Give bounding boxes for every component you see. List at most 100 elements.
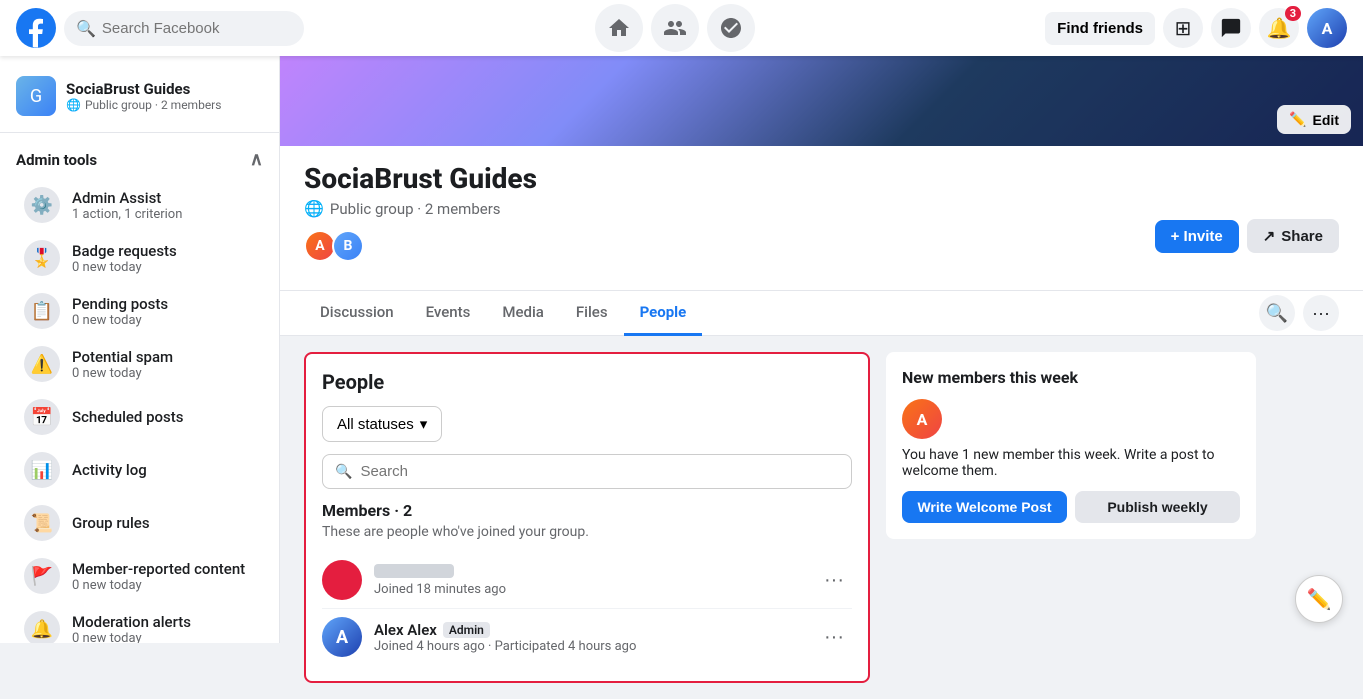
nav-right: Find friends ⊞ 🔔 3 A [1045,8,1347,48]
sidebar-item-label-scheduled-posts: Scheduled posts [72,408,255,426]
sidebar-item-badge-requests[interactable]: 🎖️ Badge requests 0 new today [8,232,271,284]
tab-discussion[interactable]: Discussion [304,291,410,336]
group-meta: 🌐 Public group · 2 members [304,199,1339,218]
member-2-avatar-img: A [322,617,362,657]
search-input[interactable] [102,20,282,37]
top-nav: 🔍 Find friends ⊞ 🔔 3 A [0,0,1363,56]
sidebar-item-text-member-reported: Member-reported content 0 new today [72,560,255,593]
sidebar-item-icon-group-rules: 📜 [24,505,60,541]
search-icon-member: 🔍 [335,464,352,480]
group-actions: + Invite ↗ Share [1155,219,1339,253]
admin-tools-header[interactable]: Admin tools ∧ [0,141,279,178]
tab-files[interactable]: Files [560,291,624,336]
member-search-input[interactable] [360,463,839,480]
sidebar-item-label-activity-log: Activity log [72,461,255,479]
group-name-mini: SociaBrust Guides [66,80,221,98]
member-search-bar[interactable]: 🔍 [322,454,852,489]
globe-icon-meta: 🌐 [304,199,324,218]
group-cover: ✏️ Edit [280,56,1363,146]
user-avatar[interactable]: A [1307,8,1347,48]
notifications-btn[interactable]: 🔔 3 [1259,8,1299,48]
people-card: People All statuses ▾ 🔍 Members · 2 Th [304,352,870,683]
profile-nav-btn[interactable] [707,4,755,52]
member-2-joined: Joined 4 hours ago · Participated 4 hour… [374,639,804,654]
group-tabs: DiscussionEventsMediaFilesPeople 🔍 ··· [280,291,1363,336]
sidebar-item-label-admin-assist: Admin Assist [72,189,255,207]
member-2-more-btn[interactable]: ··· [816,619,852,655]
sidebar-item-sub-moderation-alerts: 0 new today [72,631,255,644]
publish-weekly-button[interactable]: Publish weekly [1075,491,1240,523]
sidebar-item-icon-pending-posts: 📋 [24,293,60,329]
sidebar-item-admin-assist[interactable]: ⚙️ Admin Assist 1 action, 1 criterion [8,179,271,231]
invite-button[interactable]: + Invite [1155,220,1239,253]
search-bar[interactable]: 🔍 [64,11,304,46]
more-tab-btn[interactable]: ··· [1303,295,1339,331]
sidebar-item-text-admin-assist: Admin Assist 1 action, 1 criterion [72,189,255,222]
sidebar-item-sub-admin-assist: 1 action, 1 criterion [72,207,255,222]
main-layout: G SociaBrust Guides 🌐 Public group · 2 m… [0,56,1363,699]
tab-people[interactable]: People [624,291,703,336]
member-row: A Alex Alex Admin Joined 4 hours ago · P… [322,609,852,665]
sidebar-divider [0,132,279,133]
sidebar-item-text-badge-requests: Badge requests 0 new today [72,242,255,275]
sidebar-item-label-group-rules: Group rules [72,514,255,532]
sidebar-item-icon-potential-spam: ⚠️ [24,346,60,382]
member-avatar-img-1: A [306,232,334,260]
apps-btn[interactable]: ⊞ [1163,8,1203,48]
globe-icon: 🌐 [66,98,81,112]
facebook-logo[interactable] [16,8,56,48]
sidebar-item-text-pending-posts: Pending posts 0 new today [72,295,255,328]
tab-events[interactable]: Events [410,291,487,336]
search-icon: 🔍 [76,19,96,38]
member-1-more-btn[interactable]: ··· [816,562,852,598]
write-welcome-post-button[interactable]: Write Welcome Post [902,491,1067,523]
people-title: People [322,370,852,394]
sidebar-item-member-reported[interactable]: 🚩 Member-reported content 0 new today [8,550,271,602]
new-member-avatar: A [902,399,942,439]
filter-label: All statuses [337,416,414,433]
people-main: People All statuses ▾ 🔍 Members · 2 Th [304,352,870,683]
members-section: Members · 2 These are people who've join… [322,501,852,665]
sidebar-item-text-moderation-alerts: Moderation alerts 0 new today [72,613,255,644]
sidebar-item-icon-moderation-alerts: 🔔 [24,611,60,643]
sidebar-item-label-pending-posts: Pending posts [72,295,255,313]
sidebar-item-sub-badge-requests: 0 new today [72,260,255,275]
share-button[interactable]: ↗ Share [1247,219,1339,253]
tab-actions: 🔍 ··· [1259,295,1339,331]
find-friends-button[interactable]: Find friends [1045,12,1155,45]
group-name-block: SociaBrust Guides 🌐 Public group · 2 mem… [66,80,221,112]
notification-badge: 3 [1285,6,1301,21]
edit-cover-button[interactable]: ✏️ Edit [1277,105,1351,134]
edit-fab[interactable]: ✏️ [1295,575,1343,623]
new-members-card: New members this week A You have 1 new m… [886,352,1256,539]
sidebar-item-pending-posts[interactable]: 📋 Pending posts 0 new today [8,285,271,337]
sidebar-item-scheduled-posts[interactable]: 📅 Scheduled posts [8,391,271,443]
sidebar-item-sub-member-reported: 0 new today [72,578,255,593]
group-header-mini[interactable]: G SociaBrust Guides 🌐 Public group · 2 m… [0,68,279,124]
member-1-joined: Joined 18 minutes ago [374,582,804,597]
nav-center-icons [304,4,1045,52]
tab-media[interactable]: Media [486,291,560,336]
sidebar-item-icon-member-reported: 🚩 [24,558,60,594]
sidebar-item-text-activity-log: Activity log [72,461,255,479]
sidebar-item-potential-spam[interactable]: ⚠️ Potential spam 0 new today [8,338,271,390]
member-avatar-2: B [332,230,364,262]
friends-nav-btn[interactable] [651,4,699,52]
pencil-icon: ✏️ [1289,111,1306,128]
search-tab-btn[interactable]: 🔍 [1259,295,1295,331]
group-type-mini: 🌐 Public group · 2 members [66,98,221,112]
sidebar-item-text-scheduled-posts: Scheduled posts [72,408,255,426]
filter-button[interactable]: All statuses ▾ [322,406,442,442]
sidebar-item-group-rules[interactable]: 📜 Group rules [8,497,271,549]
sidebar-item-label-moderation-alerts: Moderation alerts [72,613,255,631]
right-panel: New members this week A You have 1 new m… [886,352,1256,683]
sidebar-item-moderation-alerts[interactable]: 🔔 Moderation alerts 0 new today [8,603,271,643]
group-title: SociaBrust Guides [304,162,1339,195]
messenger-btn[interactable] [1211,8,1251,48]
sidebar-item-activity-log[interactable]: 📊 Activity log [8,444,271,496]
home-nav-btn[interactable] [595,4,643,52]
member-avatar-img-2: B [334,232,362,260]
sidebar-item-text-potential-spam: Potential spam 0 new today [72,348,255,381]
member-2-name-row: Alex Alex Admin [374,621,804,639]
member-2-avatar: A [322,617,362,657]
